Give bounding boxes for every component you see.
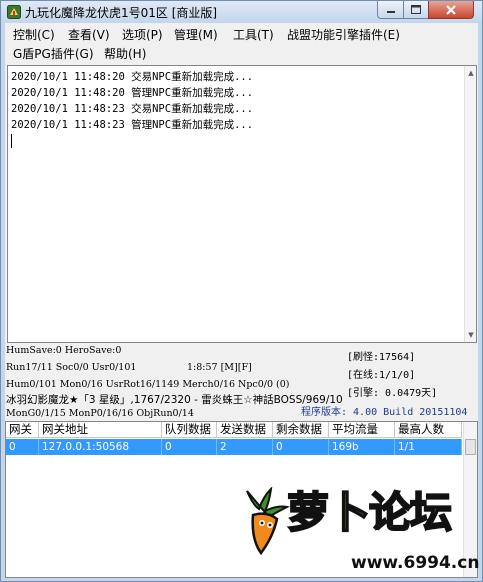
scroll-down-icon[interactable]: ▼ bbox=[466, 330, 476, 340]
close-button[interactable] bbox=[428, 1, 474, 19]
log-lines: 2020/10/1 11:48:20 交易NPC重新加载完成... 2020/1… bbox=[11, 69, 462, 133]
log-line: 2020/10/1 11:48:23 管理NPC重新加载完成... bbox=[11, 119, 254, 131]
log-line: 2020/10/1 11:48:20 管理NPC重新加载完成... bbox=[11, 87, 254, 99]
status-save: HumSave:0 HeroSave:0 bbox=[6, 345, 122, 356]
refresh-count: [刷怪:17564] bbox=[347, 352, 416, 363]
menu-alliance-plugin[interactable]: 战盟功能引擎插件(E) bbox=[287, 26, 400, 44]
column-header[interactable]: 最高人数 bbox=[395, 422, 462, 438]
close-icon bbox=[446, 4, 456, 15]
minimize-button[interactable] bbox=[377, 1, 404, 19]
column-header[interactable]: 发送数据 bbox=[217, 422, 273, 438]
menu-manage[interactable]: 管理(M) bbox=[174, 26, 218, 44]
table-cell: 169b bbox=[329, 439, 395, 455]
scroll-thumb[interactable] bbox=[465, 439, 476, 455]
table-cell: 127.0.0.1:50568 bbox=[39, 439, 162, 455]
status-humans: Hum0/101 Mon0/16 UsrRot16/1149 Merch0/16… bbox=[6, 379, 290, 390]
menu-control[interactable]: 控制(C) bbox=[13, 26, 55, 44]
column-header[interactable]: 队列数据 bbox=[162, 422, 217, 438]
column-header[interactable]: 网关 bbox=[6, 422, 39, 438]
maximize-button[interactable] bbox=[403, 1, 429, 19]
engine-days: [引擎: 0.0479天] bbox=[347, 388, 438, 399]
status-run: Run17/11 Soc0/0 Usr0/101 bbox=[6, 362, 137, 373]
log-scrollbar[interactable]: ▲ ▼ bbox=[464, 66, 476, 342]
table-cell: 0 bbox=[162, 439, 217, 455]
table-row[interactable]: 0 127.0.0.1:50568 0 2 0 169b 1/1 bbox=[6, 439, 462, 455]
column-header[interactable]: 网关地址 bbox=[39, 422, 162, 438]
status-monsters: MonG0/1/15 MonP0/16/16 ObjRun0/14 bbox=[6, 408, 194, 419]
log-line: 2020/10/1 11:48:23 交易NPC重新加载完成... bbox=[11, 103, 254, 115]
column-header[interactable]: 平均流量 bbox=[329, 422, 395, 438]
app-window: 九玩化魔降龙伏虎1号01区 [商业版] 控制(C) 查看(V) 选项(P) 管理… bbox=[0, 0, 483, 582]
menu-gdun-plugin[interactable]: G盾PG插件(G) bbox=[13, 45, 94, 63]
menu-tools[interactable]: 工具(T) bbox=[233, 26, 274, 44]
carrot-icon bbox=[246, 487, 291, 556]
site-watermark: 萝卜论坛 www.6994.cn bbox=[231, 477, 480, 581]
table-cell: 0 bbox=[273, 439, 329, 455]
scroll-up-icon[interactable]: ▲ bbox=[466, 68, 476, 78]
menu-bar: 控制(C) 查看(V) 选项(P) 管理(M) 工具(T) 战盟功能引擎插件(E… bbox=[5, 23, 478, 65]
status-uptime: 1:8:57 [M][F] bbox=[187, 362, 252, 373]
watermark-url: www.6994.cn bbox=[351, 553, 480, 573]
table-cell: 2 bbox=[217, 439, 273, 455]
app-icon bbox=[7, 5, 21, 19]
menu-options[interactable]: 选项(P) bbox=[122, 26, 163, 44]
table-cell: 0 bbox=[6, 439, 39, 455]
menu-help[interactable]: 帮助(H) bbox=[104, 45, 146, 63]
program-version: 程序版本: 4.00 Build 20151104 bbox=[301, 407, 468, 418]
window-title: 九玩化魔降龙伏虎1号01区 [商业版] bbox=[25, 6, 218, 20]
table-cell: 1/1 bbox=[395, 439, 462, 455]
online-count: [在线:1/1/0] bbox=[347, 370, 416, 381]
watermark-title: 萝卜论坛 bbox=[286, 487, 453, 538]
log-output[interactable]: 2020/10/1 11:48:20 交易NPC重新加载完成... 2020/1… bbox=[7, 65, 477, 343]
log-line: 2020/10/1 11:48:20 交易NPC重新加载完成... bbox=[11, 71, 254, 83]
title-bar[interactable]: 九玩化魔降龙伏虎1号01区 [商业版] bbox=[1, 1, 482, 23]
menu-view[interactable]: 查看(V) bbox=[68, 26, 110, 44]
column-header[interactable]: 剩余数据 bbox=[273, 422, 329, 438]
minimize-icon bbox=[386, 10, 395, 13]
maximize-icon bbox=[411, 5, 421, 14]
text-caret bbox=[11, 134, 12, 148]
table-header: 网关 网关地址 队列数据 发送数据 剩余数据 平均流量 最高人数 bbox=[6, 422, 464, 438]
status-boss: 冰羽幻影魔龙★「3 星级」,1767/2320 - 雷炎蛛王☆神話BOSS/96… bbox=[6, 394, 343, 406]
